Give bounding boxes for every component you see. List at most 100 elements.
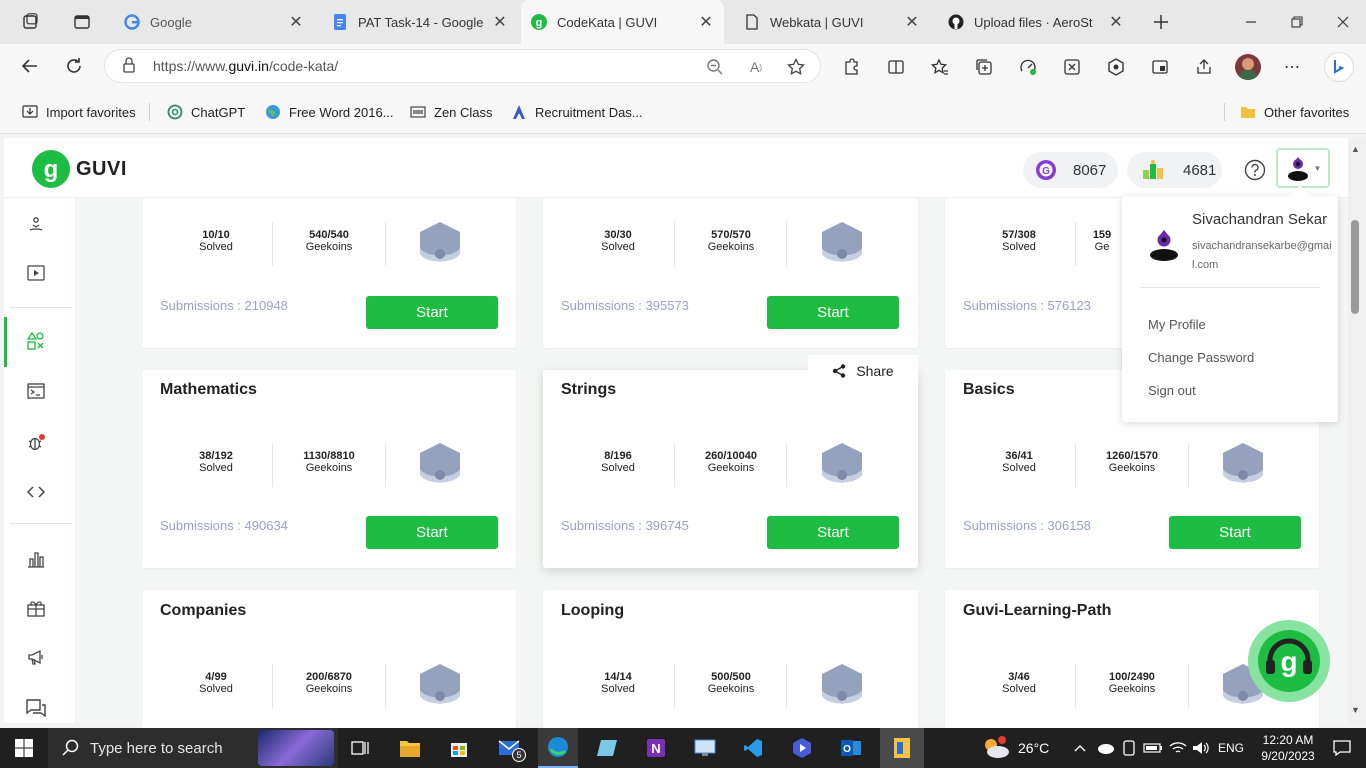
screenshot-icon[interactable] — [1058, 53, 1086, 81]
notifications-icon[interactable] — [1322, 728, 1362, 768]
scroll-thumb[interactable] — [1351, 220, 1359, 314]
mail-icon[interactable]: 5 — [488, 728, 532, 768]
menu-item-sign-out[interactable]: Sign out — [1148, 383, 1196, 398]
pip-icon[interactable] — [1146, 53, 1174, 81]
close-icon[interactable]: ✕ — [698, 14, 714, 31]
video-editor-icon[interactable] — [782, 728, 822, 768]
tab-pat-task[interactable]: PAT Task-14 - Google ✕ — [322, 0, 518, 44]
start-button[interactable]: Start — [767, 296, 899, 329]
geekoins-chip[interactable]: G 8067 — [1023, 152, 1118, 188]
refresh-icon[interactable] — [58, 50, 90, 82]
profile-avatar[interactable] — [1235, 54, 1261, 80]
clock[interactable]: 12:20 AM 9/20/2023 — [1252, 728, 1324, 768]
guvi-logo[interactable]: g GUVI — [32, 150, 127, 188]
chevron-up-icon[interactable] — [1070, 728, 1090, 768]
share-button[interactable]: Share — [808, 355, 918, 387]
tab-upload-files[interactable]: Upload files · AeroSt ✕ — [938, 0, 1134, 44]
performance-icon[interactable] — [1014, 53, 1042, 81]
restore-icon[interactable] — [1274, 0, 1320, 44]
workspaces-icon[interactable] — [14, 6, 46, 38]
help-icon[interactable] — [1244, 159, 1266, 181]
close-icon[interactable]: ✕ — [1108, 14, 1124, 31]
tab-codekata[interactable]: g CodeKata | GUVI ✕ — [521, 0, 724, 44]
language-indicator[interactable]: ENG — [1216, 728, 1246, 768]
windows-start-icon[interactable] — [0, 728, 48, 768]
back-icon[interactable] — [14, 50, 46, 82]
weather-widget[interactable]: 26°C — [980, 728, 1060, 768]
favorite-other[interactable]: Other favorites — [1240, 101, 1349, 123]
read-aloud-icon[interactable]: A) — [742, 53, 770, 81]
close-icon[interactable]: ✕ — [904, 14, 920, 31]
sticky-app-icon[interactable] — [880, 728, 924, 768]
favorite-label: Zen Class — [434, 104, 493, 120]
favorite-free-word[interactable]: Free Word 2016... — [265, 101, 394, 123]
split-screen-icon[interactable] — [882, 53, 910, 81]
scroll-down-icon[interactable]: ▼ — [1351, 705, 1360, 715]
sidebar-item-courses[interactable] — [0, 253, 72, 293]
sidebar-item-leaderboard[interactable] — [0, 539, 72, 579]
collections-icon[interactable] — [970, 53, 998, 81]
task-view-icon[interactable] — [340, 728, 380, 768]
tab-webkata[interactable]: Webkata | GUVI ✕ — [734, 0, 930, 44]
zen-class-icon — [410, 104, 426, 120]
onenote-icon[interactable]: N — [636, 728, 676, 768]
solved-value: 3/46 — [1008, 671, 1030, 683]
device-icon[interactable] — [1118, 728, 1140, 768]
start-button[interactable]: Start — [366, 516, 498, 549]
start-button[interactable]: Start — [767, 516, 899, 549]
notes-app-icon[interactable] — [588, 728, 628, 768]
google-icon — [124, 14, 140, 30]
favorites-icon[interactable] — [926, 53, 954, 81]
sidebar-item-webkata[interactable] — [0, 371, 72, 411]
favorite-zen-class[interactable]: Zen Class — [410, 101, 493, 123]
new-tab-icon[interactable] — [1145, 6, 1177, 38]
zoom-icon[interactable] — [701, 53, 729, 81]
close-window-icon[interactable] — [1320, 0, 1366, 44]
bing-chat-icon[interactable] — [1324, 52, 1354, 82]
wifi-icon[interactable] — [1166, 728, 1190, 768]
sidebar-item-announcements[interactable] — [0, 637, 72, 677]
start-button[interactable]: Start — [366, 296, 498, 329]
remote-desktop-icon[interactable] — [685, 728, 725, 768]
onedrive-icon[interactable] — [1094, 728, 1116, 768]
favorite-import[interactable]: Import favorites — [22, 101, 136, 123]
sidebar-item-forum[interactable] — [0, 688, 72, 728]
chat-icon — [26, 699, 46, 718]
vscode-icon[interactable] — [733, 728, 773, 768]
sidebar-item-learn[interactable] — [0, 205, 72, 245]
geekoins-label: Geekoins — [1108, 683, 1156, 695]
search-highlight-image — [258, 730, 334, 766]
favorite-chatgpt[interactable]: ChatGPT — [167, 101, 245, 123]
microsoft-store-icon[interactable] — [439, 728, 479, 768]
card-title: Companies — [160, 602, 247, 619]
tab-actions-icon[interactable] — [66, 6, 98, 38]
tab-google[interactable]: Google ✕ — [114, 0, 314, 44]
close-icon[interactable]: ✕ — [492, 14, 508, 31]
start-button[interactable]: Start — [1169, 516, 1301, 549]
sidebar-item-codekata[interactable] — [0, 321, 72, 361]
volume-icon[interactable] — [1190, 728, 1212, 768]
scroll-up-icon[interactable]: ▲ — [1351, 144, 1360, 154]
support-chat-button[interactable]: g — [1248, 620, 1330, 702]
favorite-recruitment[interactable]: Recruitment Das... — [511, 101, 643, 123]
favorite-star-icon[interactable] — [782, 53, 810, 81]
edge-icon[interactable] — [538, 728, 578, 768]
menu-item-change-password[interactable]: Change Password — [1148, 350, 1254, 365]
menu-item-my-profile[interactable]: My Profile — [1148, 317, 1206, 332]
sidebar-item-debugging[interactable] — [0, 423, 72, 463]
lock-icon[interactable] — [122, 57, 136, 73]
battery-icon[interactable] — [1142, 728, 1164, 768]
extension-puzzle-icon[interactable] — [1102, 53, 1130, 81]
minimize-icon[interactable] — [1228, 0, 1274, 44]
rank-chip[interactable]: 4681 — [1127, 152, 1222, 188]
outlook-icon[interactable]: O — [831, 728, 871, 768]
extensions-icon[interactable] — [837, 53, 865, 81]
share-icon[interactable] — [1190, 53, 1218, 81]
close-icon[interactable]: ✕ — [288, 14, 304, 31]
more-options-icon[interactable]: ⋯ — [1278, 53, 1306, 81]
tab-label: Google — [150, 14, 192, 30]
file-explorer-icon[interactable] — [390, 728, 430, 768]
sidebar-item-ide[interactable] — [0, 472, 72, 512]
profile-menu-button[interactable]: ▼ — [1276, 148, 1330, 188]
sidebar-item-rewards[interactable] — [0, 588, 72, 628]
